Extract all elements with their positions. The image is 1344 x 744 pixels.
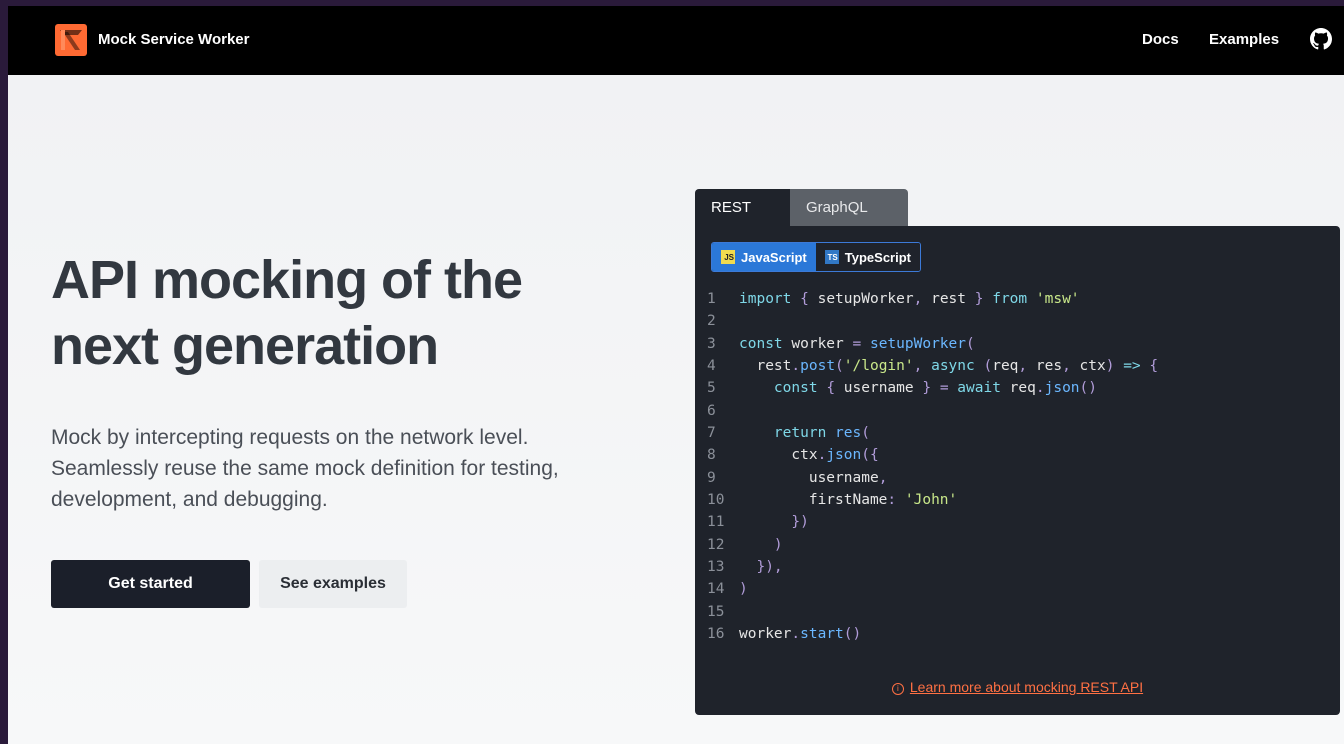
hero-subtitle-line: Seamlessly reuse the same mock definitio… — [51, 457, 559, 480]
code-line: 7 return res( — [707, 425, 870, 442]
code-line: 6 — [707, 402, 716, 419]
tab-typescript[interactable]: TS TypeScript — [815, 243, 920, 271]
code-line: 11 }) — [707, 514, 809, 531]
code-line: 16 worker.start() — [707, 626, 862, 643]
tab-rest-api[interactable]: REST API — [695, 189, 790, 253]
code-line: 15 — [707, 603, 725, 620]
code-line: 2 — [707, 313, 716, 330]
javascript-icon: JS — [721, 250, 735, 264]
nav-docs-link[interactable]: Docs — [1142, 31, 1179, 48]
top-navigation-bar: Mock Service Worker Docs Examples — [8, 6, 1344, 75]
hero-title: API mocking of the next generation — [51, 247, 651, 379]
code-line: 14) — [707, 581, 748, 598]
code-line: 12 ) — [707, 536, 783, 553]
hero-subtitle: Mock by intercepting requests on the net… — [51, 422, 651, 515]
browser-viewport: Mock Service Worker Docs Examples API mo… — [8, 6, 1344, 744]
code-line: 9 username, — [707, 469, 888, 486]
code-line: 8 ctx.json({ — [707, 447, 879, 464]
tab-javascript-label: JavaScript — [741, 249, 807, 265]
hero-subtitle-line: Mock by intercepting requests on the net… — [51, 426, 529, 449]
brand-name[interactable]: Mock Service Worker — [98, 31, 249, 48]
typescript-icon: TS — [824, 250, 839, 264]
hero-subtitle-line: development, and debugging. — [51, 488, 328, 511]
code-line: 4 rest.post('/login', async (req, res, c… — [707, 358, 1159, 375]
tab-javascript[interactable]: JS JavaScript — [712, 243, 816, 271]
code-line: 10 firstName: 'John' — [707, 492, 958, 509]
code-line: 3 const worker = setupWorker( — [707, 335, 975, 352]
nav-examples-link[interactable]: Examples — [1209, 31, 1279, 48]
learn-more-link[interactable]: Learn more about mocking REST API — [910, 679, 1143, 695]
hero-section: API mocking of the next generation Mock … — [8, 75, 1344, 744]
language-switch: JS JavaScript TS TypeScript — [711, 242, 921, 272]
hero-title-line: next generation — [51, 316, 439, 376]
tab-graphql-api[interactable]: GraphQL API — [790, 189, 908, 253]
code-line: 1 import { setupWorker, rest } from 'msw' — [707, 291, 1080, 307]
github-icon[interactable] — [1310, 28, 1332, 50]
msw-logo-icon[interactable] — [54, 23, 88, 57]
learn-more: i Learn more about mocking REST API — [695, 679, 1340, 695]
code-block[interactable]: 1 import { setupWorker, rest } from 'msw'… — [707, 288, 1158, 646]
info-icon: i — [891, 683, 904, 695]
tab-typescript-label: TypeScript — [844, 249, 911, 265]
see-examples-button[interactable]: See examples — [259, 560, 407, 608]
code-line: 5 const { username } = await req.json() — [707, 380, 1097, 397]
code-example-panel: JS JavaScript TS TypeScript 1 import { se… — [695, 226, 1340, 715]
hero-title-line: API mocking of the — [51, 250, 523, 310]
api-tabs: REST API GraphQL API — [695, 189, 908, 253]
code-line: 13 }), — [707, 559, 783, 576]
get-started-button[interactable]: Get started — [51, 560, 250, 608]
